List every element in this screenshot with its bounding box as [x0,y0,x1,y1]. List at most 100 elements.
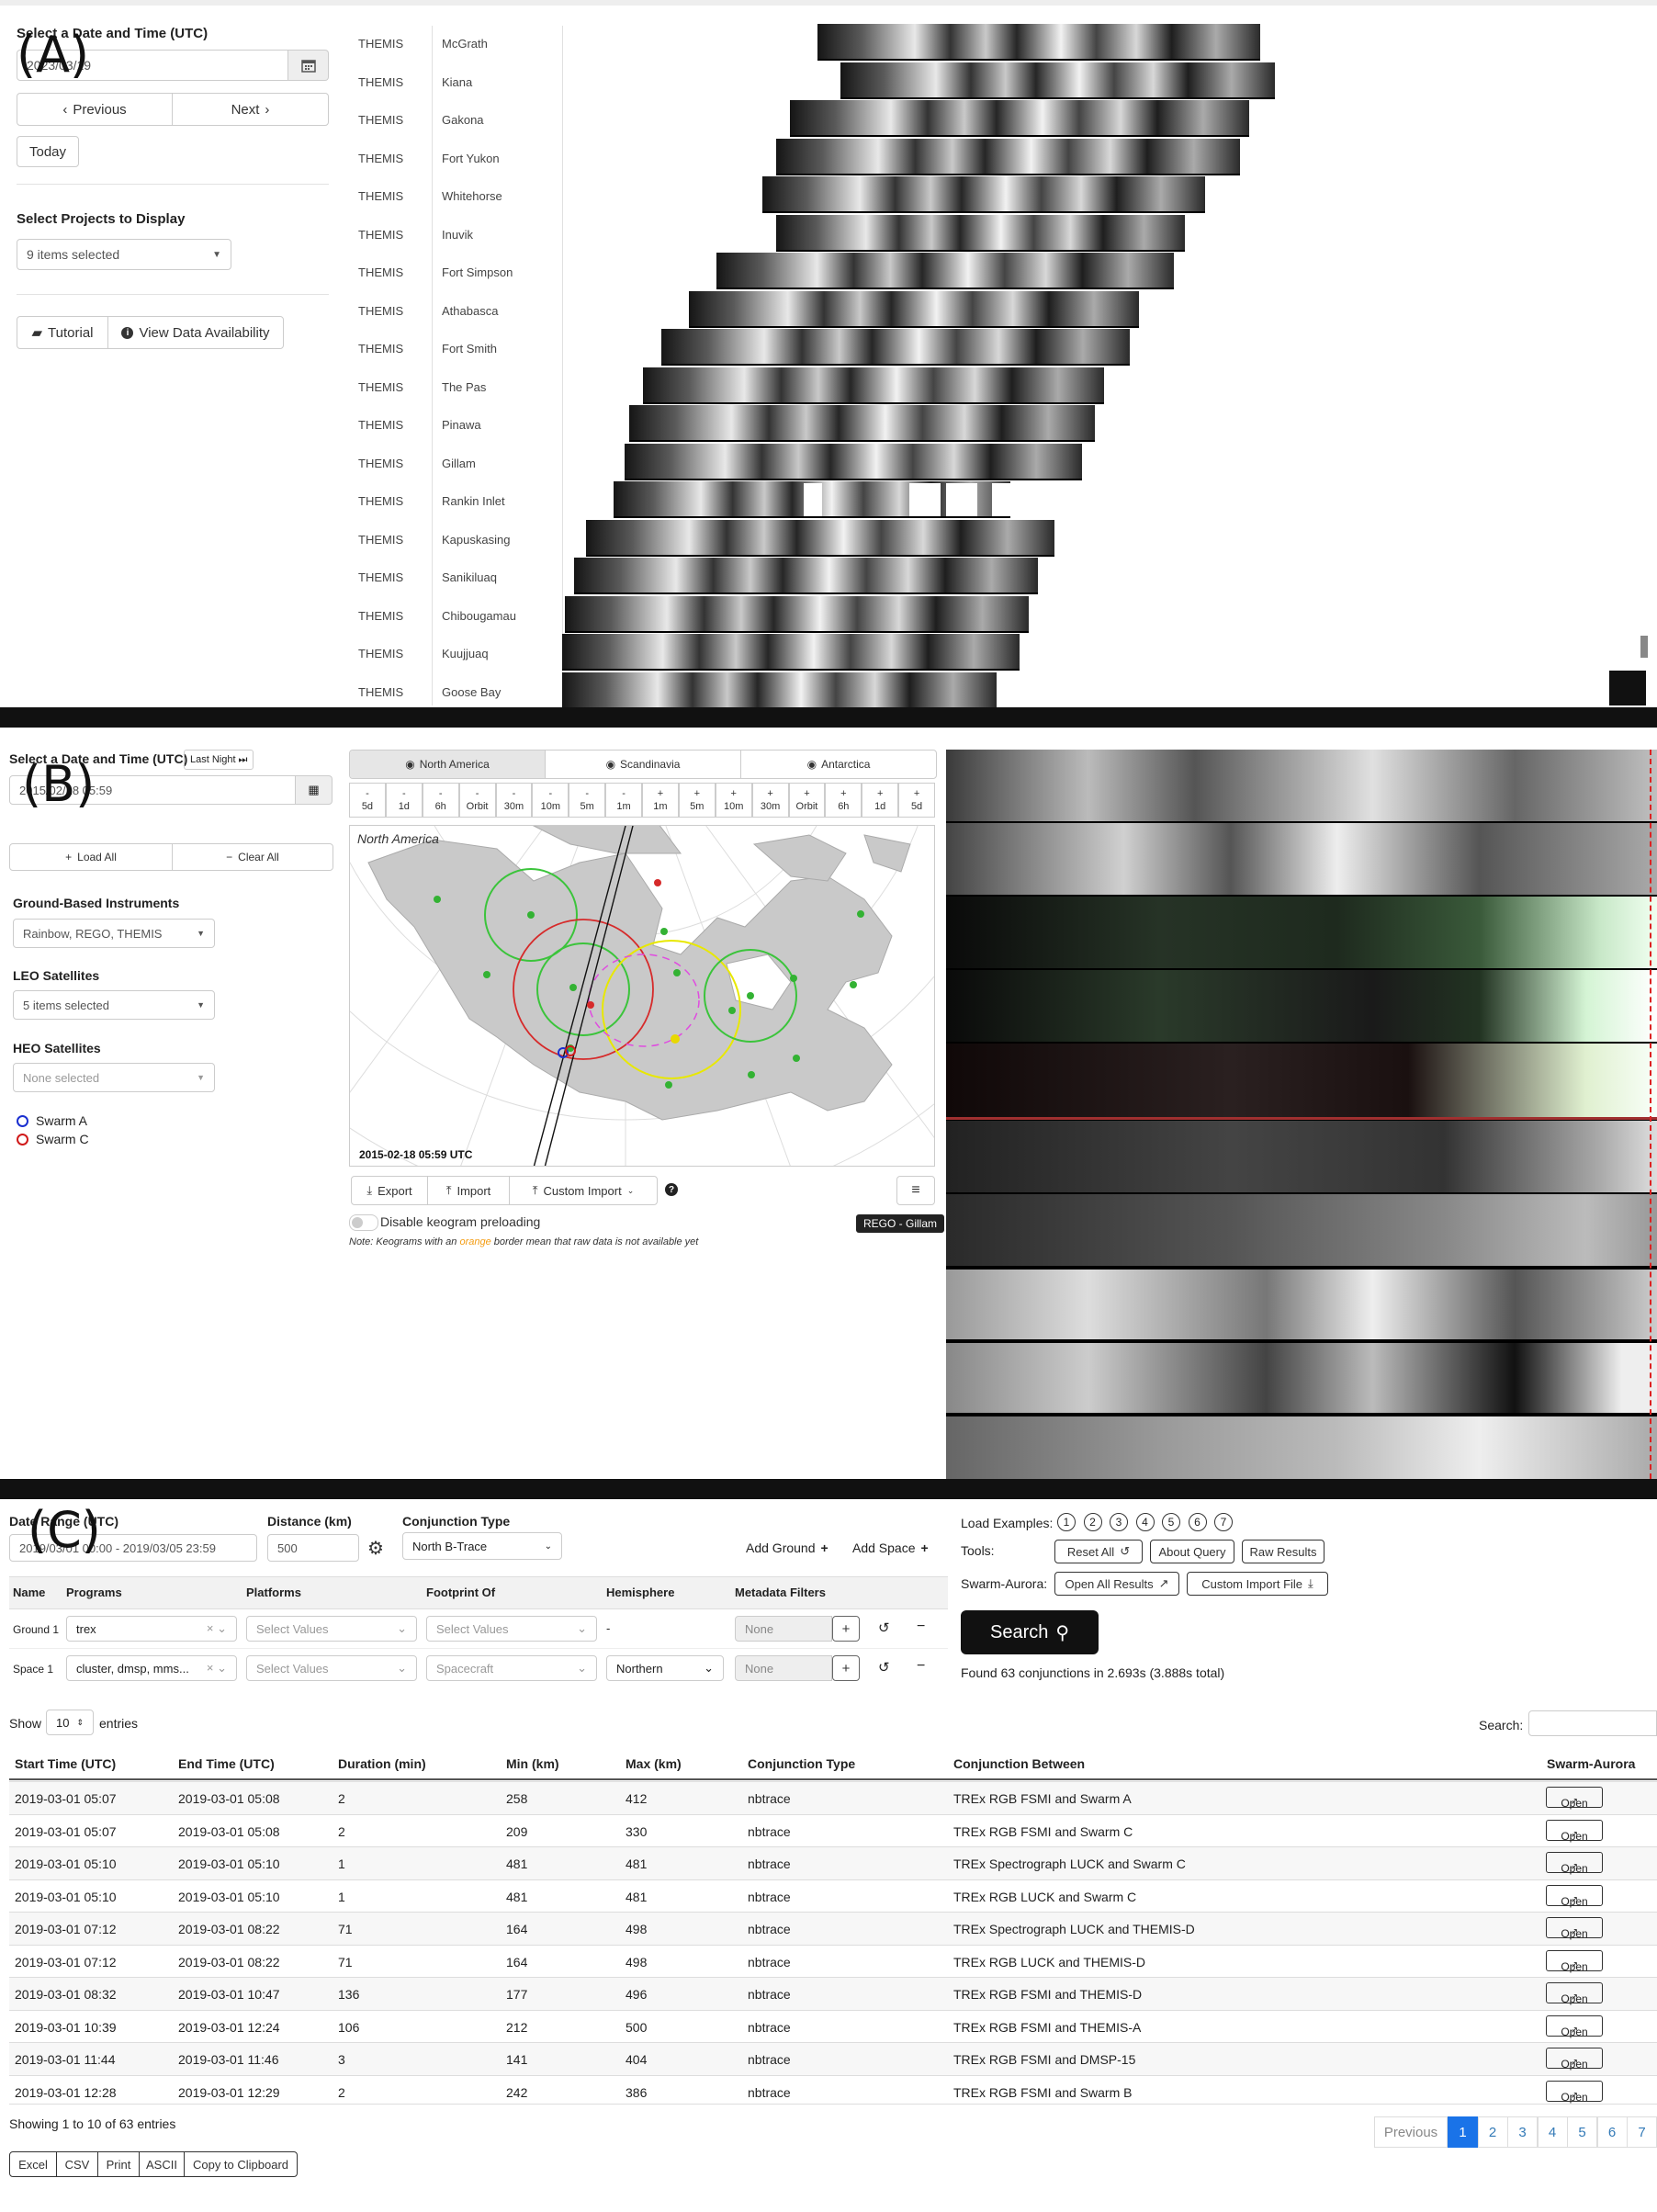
open-button[interactable]: Open ↗ [1546,1982,1603,2005]
keogram-strip[interactable] [689,290,1139,328]
column-header[interactable]: Start Time (UTC) [15,1756,116,1771]
today-button[interactable]: Today [17,136,79,167]
keogram[interactable] [946,1194,1657,1266]
ground-select[interactable]: Rainbow, REGO, THEMIS ▼ [13,919,215,948]
keogram[interactable] [946,1343,1657,1413]
keogram-strip[interactable] [661,329,1130,366]
time-step-button[interactable]: - 6h [422,783,459,818]
tutorial-button[interactable]: ▰ Tutorial [17,316,108,349]
tab-antarctica[interactable]: ◉ Antarctica [741,750,936,778]
example-button[interactable]: 6 [1188,1513,1207,1531]
open-button[interactable]: Open ↗ [1546,1852,1603,1875]
about-query-button[interactable]: About Query [1150,1540,1234,1563]
column-header[interactable]: Conjunction Between [953,1756,1085,1771]
keogram-strip[interactable] [790,100,1249,137]
time-step-button[interactable]: +10m [715,783,752,818]
time-step-button[interactable]: + Orbit [788,783,826,818]
add-filter-button[interactable]: + [832,1616,860,1642]
programs-select[interactable]: cluster, dmsp, mms... × ⌄ [66,1655,237,1681]
keogram[interactable] [946,750,1657,821]
distance-input[interactable]: 500 [267,1534,359,1562]
keogram[interactable] [946,970,1657,1042]
keogram-strip[interactable] [565,595,1029,633]
custom-import-button[interactable]: ⤒ Custom Import ⌄ [509,1176,658,1205]
keogram-strip[interactable] [840,62,1275,99]
page-size-select[interactable]: 10 ⇕ [46,1710,94,1735]
next-button[interactable]: Next › [172,93,329,126]
remove-row-icon[interactable]: − [917,1658,925,1675]
custom-import-file-button[interactable]: Custom Import File ⤓ [1187,1572,1328,1596]
open-button[interactable]: Open ↗ [1546,1787,1603,1810]
reset-row-icon[interactable]: ↺ [878,1659,890,1676]
settings-gear-icon[interactable]: ⚙ [367,1537,384,1560]
preload-toggle[interactable] [349,1214,378,1231]
open-button[interactable]: Open ↗ [1546,2014,1603,2038]
time-step-button[interactable]: +6h [825,783,862,818]
pagination-page[interactable]: 5 [1567,2116,1597,2148]
search-button[interactable]: Search ⚲ [961,1610,1099,1654]
column-header[interactable]: Max (km) [626,1756,682,1771]
pagination-page[interactable]: 4 [1537,2116,1568,2148]
column-header[interactable]: Duration (min) [338,1756,426,1771]
keogram-strip[interactable] [716,253,1174,289]
example-button[interactable]: 4 [1135,1513,1155,1531]
pagination-page[interactable]: 2 [1477,2116,1508,2148]
time-step-button[interactable]: - 5d [349,783,386,818]
tab-scandinavia[interactable]: ◉ Scandinavia [546,750,741,778]
add-space-button[interactable]: Add Space + [852,1540,929,1555]
import-button[interactable]: ⤒ Import [427,1176,510,1205]
keogram-strip[interactable] [625,443,1082,480]
column-header[interactable]: Swarm-Aurora [1547,1756,1635,1771]
example-button[interactable]: 1 [1057,1513,1076,1531]
map[interactable]: North America 2015-02-18 05:59 UTC [349,825,935,1167]
keogram-strip[interactable] [762,176,1205,213]
load-all-button[interactable]: + Load All [9,843,173,871]
column-header[interactable]: Min (km) [506,1756,559,1771]
example-button[interactable]: 7 [1214,1513,1233,1531]
last-night-button[interactable]: Last Night ⏭ [184,750,254,770]
open-button[interactable]: Open ↗ [1546,1884,1603,1908]
column-header[interactable]: End Time (UTC) [178,1756,275,1771]
reset-all-button[interactable]: Reset All ↺ [1054,1540,1143,1563]
keogram-strip[interactable] [817,24,1260,61]
keogram-strip[interactable] [562,672,997,709]
keogram-strip[interactable] [776,214,1185,252]
programs-select[interactable]: trex × ⌄ [66,1616,237,1642]
export-print-button[interactable]: Print [97,2151,140,2177]
keogram[interactable] [946,897,1657,968]
conj-type-select[interactable]: North B-Trace ⌄ [402,1532,562,1560]
calendar-button[interactable] [288,50,329,81]
time-step-button[interactable]: - Orbit [458,783,496,818]
pagination-previous[interactable]: Previous [1374,2116,1448,2148]
time-step-button[interactable]: - 1d [385,783,423,818]
keogram[interactable] [946,1270,1657,1339]
example-button[interactable]: 3 [1110,1513,1128,1531]
open-button[interactable]: Open ↗ [1546,2048,1603,2071]
platforms-select[interactable]: Select Values ⌄ [246,1655,417,1681]
keogram-strip[interactable] [574,558,1038,594]
view-availability-button[interactable]: i View Data Availability [107,316,284,349]
metadata-input[interactable]: None [735,1655,832,1681]
footprint-select[interactable]: Spacecraft ⌄ [426,1655,597,1681]
time-step-button[interactable]: - 10m [532,783,569,818]
export-copy-to-clipboard-button[interactable]: Copy to Clipboard [184,2151,298,2177]
keogram-strip[interactable] [629,405,1095,442]
time-step-button[interactable]: +1d [862,783,899,818]
pagination-page[interactable]: 7 [1627,2116,1657,2148]
tab-north-america[interactable]: ◉ North America [350,750,546,778]
time-step-button[interactable]: - 30m [495,783,533,818]
metadata-input[interactable]: None [735,1616,832,1642]
open-button[interactable]: Open ↗ [1546,1819,1603,1843]
menu-button[interactable]: ≡ [896,1176,935,1205]
raw-results-button[interactable]: Raw Results [1242,1540,1324,1563]
leo-select[interactable]: 5 items selected ▼ [13,990,215,1020]
open-all-results-button[interactable]: Open All Results ↗ [1054,1572,1179,1596]
add-ground-button[interactable]: Add Ground + [746,1540,828,1555]
keogram[interactable] [946,823,1657,895]
clear-all-button[interactable]: − Clear All [172,843,333,871]
time-step-button[interactable]: +30m [751,783,789,818]
keogram-strip[interactable] [562,634,1020,671]
add-filter-button[interactable]: + [832,1655,860,1681]
example-button[interactable]: 5 [1162,1513,1180,1531]
reset-row-icon[interactable]: ↺ [878,1620,890,1636]
